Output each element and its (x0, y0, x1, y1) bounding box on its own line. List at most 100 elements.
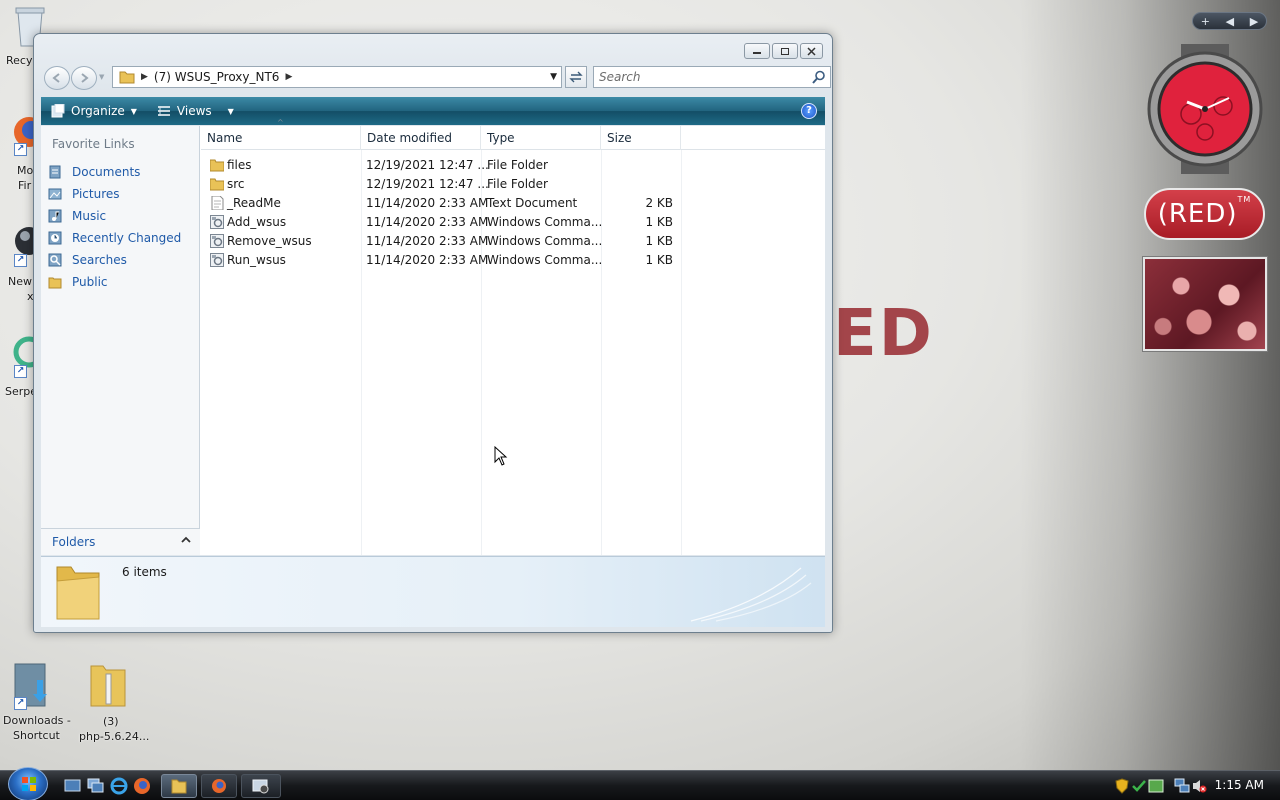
restore-button[interactable] (772, 43, 798, 59)
file-list-pane[interactable]: Name ^ Date modified Type Size files 12/… (201, 118, 825, 555)
address-bar[interactable]: ▶ (7) WSUS_Proxy_NT6 ▶ ▼ (112, 66, 562, 88)
file-name: src (227, 177, 245, 191)
desktop-icon-firefox[interactable]: ↗ Mo Fir (0, 115, 44, 195)
app-window-icon (252, 779, 269, 794)
nav-link-public[interactable]: Public (47, 271, 181, 293)
file-name: Remove_wsus (227, 234, 312, 248)
forward-arrow-icon (81, 73, 89, 83)
column-header-date[interactable]: Date modified (361, 126, 481, 150)
file-name: _ReadMe (227, 196, 281, 210)
start-button[interactable] (8, 767, 48, 800)
nav-link-music[interactable]: Music (47, 205, 181, 227)
search-input[interactable]: Search (593, 66, 831, 88)
taskbar: 1:15 AM (0, 767, 1280, 800)
desktop-icon-recycle-bin[interactable]: Recy (0, 0, 45, 70)
nav-link-searches[interactable]: Searches (47, 249, 181, 271)
file-size: 2 KB (645, 196, 673, 210)
folder-icon (210, 159, 224, 172)
switch-windows-icon[interactable] (87, 778, 105, 794)
back-button[interactable] (44, 66, 70, 90)
file-size: 1 KB (645, 253, 673, 267)
navigation-pane: Favorite Links Documents Pictures Music … (41, 126, 200, 555)
explorer-window[interactable]: ▼ ▶ (7) WSUS_Proxy_NT6 ▶ ▼ Search Organi… (33, 33, 833, 633)
help-button[interactable]: ? (801, 103, 817, 119)
recently-changed-icon (48, 231, 62, 245)
nav-link-documents[interactable]: Documents (47, 161, 181, 183)
next-gadget-icon[interactable]: ▶ (1250, 15, 1258, 28)
shortcut-arrow-icon: ↗ (14, 697, 27, 710)
content-area: Favorite Links Documents Pictures Music … (41, 118, 825, 555)
views-label: Views (176, 104, 212, 118)
address-dropdown-icon[interactable]: ▼ (550, 72, 557, 82)
gadget-sidebar-controls: + ◀ ▶ (1192, 12, 1267, 30)
file-row-src[interactable]: src 12/19/2021 12:47 ... File Folder (201, 175, 681, 194)
views-button[interactable]: Views ▼ (147, 97, 244, 125)
command-script-icon (210, 234, 224, 248)
desktop-icon-label: (3) (103, 715, 119, 728)
breadcrumb-arrow-icon[interactable]: ▶ (285, 72, 292, 82)
navigation-row: ▼ ▶ (7) WSUS_Proxy_NT6 ▶ ▼ Search (42, 64, 831, 90)
recent-pages-dropdown[interactable]: ▼ (99, 73, 104, 81)
nav-link-label: Recently Changed (72, 231, 182, 245)
firefox-taskbar-icon[interactable] (133, 777, 151, 795)
organize-label: Organize (71, 104, 125, 118)
column-header-name[interactable]: Name (201, 126, 361, 150)
antivirus-check-icon[interactable] (1132, 778, 1146, 794)
add-gadget-button[interactable]: + (1201, 15, 1210, 28)
windows-logo-icon (22, 777, 36, 791)
details-pane: 6 items (41, 556, 825, 627)
desktop-icon-php[interactable]: (3) php-5.6.24... (78, 660, 153, 745)
chevron-down-icon: ▼ (130, 106, 137, 116)
nav-link-recently-changed[interactable]: Recently Changed (47, 227, 181, 249)
tray-app-icon[interactable] (1148, 778, 1164, 794)
column-header-type[interactable]: Type (481, 126, 601, 150)
item-count: 6 items (122, 565, 167, 579)
desktop-icon-new[interactable]: ↗ New x (0, 222, 43, 303)
organize-button[interactable]: Organize ▼ (41, 97, 147, 125)
file-row-remove-wsus[interactable]: Remove_wsus 11/14/2020 2:33 AM Windows C… (201, 232, 681, 251)
search-icon[interactable] (812, 70, 826, 84)
trademark-mark: TM (1237, 195, 1252, 204)
back-arrow-icon (52, 73, 60, 83)
desktop-icon-label: New (8, 275, 32, 288)
column-divider (681, 150, 682, 555)
file-row-files[interactable]: files 12/19/2021 12:47 ... File Folder (201, 156, 681, 175)
file-row-add-wsus[interactable]: Add_wsus 11/14/2020 2:33 AM Windows Comm… (201, 213, 681, 232)
clock-gadget[interactable] (1143, 44, 1267, 174)
folders-toggle[interactable]: Folders (41, 528, 200, 555)
firefox-icon (212, 779, 226, 793)
slideshow-gadget[interactable] (1142, 256, 1268, 352)
breadcrumb-current[interactable]: (7) WSUS_Proxy_NT6 (154, 70, 280, 84)
folders-label: Folders (52, 535, 96, 549)
refresh-button[interactable] (565, 66, 587, 88)
file-date: 12/19/2021 12:47 ... (366, 177, 489, 191)
minimize-button[interactable] (744, 43, 770, 59)
network-icon[interactable] (1174, 778, 1190, 794)
internet-explorer-icon[interactable] (110, 777, 128, 795)
desktop-icon-serpe[interactable]: ↗ Serpe (0, 335, 45, 405)
file-row-run-wsus[interactable]: Run_wsus 11/14/2020 2:33 AM Windows Comm… (201, 251, 681, 270)
forward-button[interactable] (71, 66, 97, 90)
desktop-icon-downloads[interactable]: ↗ Downloads - Shortcut (0, 660, 75, 745)
nav-link-label: Public (72, 275, 108, 289)
shortcut-arrow-icon: ↗ (14, 143, 27, 156)
file-row-readme[interactable]: _ReadMe 11/14/2020 2:33 AM Text Document… (201, 194, 681, 213)
nav-link-pictures[interactable]: Pictures (47, 183, 181, 205)
text-document-icon (211, 196, 224, 210)
previous-gadget-icon[interactable]: ◀ (1226, 15, 1234, 28)
column-header-size[interactable]: Size (601, 126, 681, 150)
organize-icon (51, 104, 65, 118)
file-name: files (227, 158, 252, 172)
red-gadget[interactable]: (RED)TM (1144, 188, 1265, 240)
taskbar-button-app[interactable] (241, 774, 281, 798)
close-button[interactable] (800, 43, 823, 59)
volume-muted-icon[interactable] (1191, 778, 1207, 794)
clock[interactable]: 1:15 AM (1215, 778, 1264, 792)
breadcrumb-arrow-icon[interactable]: ▶ (141, 72, 148, 82)
taskbar-button-explorer[interactable] (161, 774, 197, 798)
chevron-down-icon: ▼ (227, 106, 234, 116)
security-shield-icon[interactable] (1115, 778, 1129, 794)
show-desktop-icon[interactable] (64, 778, 82, 794)
file-date: 11/14/2020 2:33 AM (366, 196, 489, 210)
taskbar-button-firefox[interactable] (201, 774, 237, 798)
